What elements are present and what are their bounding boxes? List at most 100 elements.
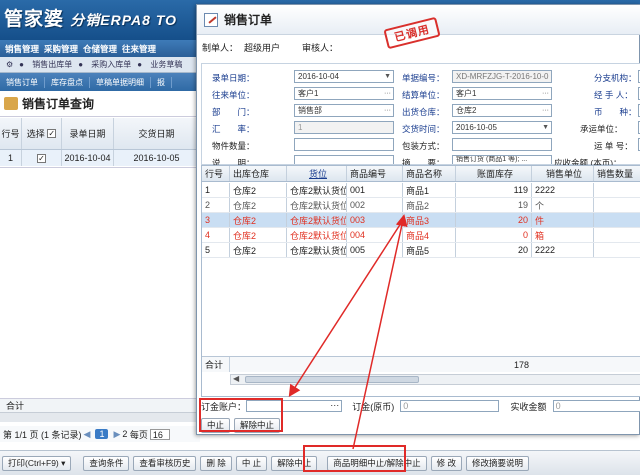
grid-cell-no: 4 xyxy=(202,228,230,242)
creator-value: 超级用户 xyxy=(244,42,281,53)
received-amount-field[interactable]: 0 xyxy=(552,400,640,412)
dept-field[interactable]: 销售部 ··· xyxy=(294,104,394,117)
horizontal-scrollbar[interactable] xyxy=(0,412,200,422)
grid-row[interactable]: 2 仓库2 仓库2默认货位 002 商品2 19 个 xyxy=(202,198,640,213)
chevron-down-icon: ▼ xyxy=(384,73,391,80)
page-1-button[interactable]: 1 xyxy=(95,429,109,439)
items-count-field[interactable] xyxy=(294,138,394,151)
col-entry-date[interactable]: 录单日期 xyxy=(62,118,114,149)
table-row[interactable]: 1 ✓ 2016-10-04 2016-10-05 xyxy=(0,150,200,166)
menu-accounts[interactable]: 往来管理 xyxy=(122,43,156,55)
dialog-meta: 制单人： 超级用户 审核人： xyxy=(202,42,339,53)
tab-report[interactable]: 报 xyxy=(151,76,172,88)
tab-draft-details[interactable]: 草稿单据明细 xyxy=(90,76,151,88)
query-conditions-button[interactable]: 查询条件 xyxy=(83,455,130,471)
grid-row[interactable]: 4 仓库2 仓库2默认货位 004 商品4 0 箱 xyxy=(202,228,640,243)
grid-cell-qty xyxy=(594,198,640,212)
pager: 第 1/1 页 (1 条记录) ◀ 1 ▶ 2 每页 16 xyxy=(0,426,200,442)
grid-horizontal-scrollbar[interactable]: ◀ xyxy=(230,374,640,385)
per-page-input[interactable]: 16 xyxy=(149,428,170,440)
grid-cell-no: 5 xyxy=(202,243,230,257)
table-header: 行号 选择 ✓ 录单日期 交货日期 xyxy=(0,118,200,150)
grid-cell-loc: 仓库2默认货位 xyxy=(287,198,347,212)
prev-page-icon[interactable]: ◀ xyxy=(84,429,91,440)
grid-cell-code: 003 xyxy=(347,213,403,227)
col-row-no: 行号 xyxy=(0,118,22,149)
stop-button[interactable]: 中 止 xyxy=(235,455,268,471)
page-2-link[interactable]: 2 xyxy=(122,429,127,439)
grid-cell-unit: 个 xyxy=(532,198,594,212)
grid-cell-stock: 119 xyxy=(456,183,532,197)
grid-cell-qty xyxy=(594,243,640,257)
grid-cell-qty xyxy=(594,183,640,197)
order-form: 录单日期： 2016-10-04 ▼ 往来单位： 客户1 ··· 部 门： 销售部 ·… xyxy=(201,63,640,168)
grid-cell-code: 001 xyxy=(347,183,403,197)
deposit-field[interactable]: 0 xyxy=(400,400,499,412)
grid-row[interactable]: 3 仓库2 仓库2默认货位 003 商品3 20 件 xyxy=(202,213,640,228)
col-delivery-date[interactable]: 交货日期 xyxy=(114,118,200,149)
grid-cell-unit: 箱 xyxy=(532,228,594,242)
order-query-table: 行号 选择 ✓ 录单日期 交货日期 1 ✓ 2016-10-04 2016-10… xyxy=(0,118,200,168)
pack-method-field[interactable] xyxy=(452,138,552,151)
grid-cell-no: 1 xyxy=(202,183,230,197)
edit-button[interactable]: 修 改 xyxy=(430,455,462,471)
grid-cell-wh: 仓库2 xyxy=(230,198,287,212)
grid-row[interactable]: 1 仓库2 仓库2默认货位 001 商品1 119 2222 xyxy=(202,183,640,198)
grid-cell-name: 商品2 xyxy=(403,198,456,212)
menu-warehouse[interactable]: 仓储管理 xyxy=(83,43,117,55)
sum-stock: 178 xyxy=(513,359,529,370)
description-field[interactable] xyxy=(294,155,394,164)
warehouse-field[interactable]: 仓库2 ··· xyxy=(452,104,552,117)
grid-cell-wh: 仓库2 xyxy=(230,243,287,257)
sales-order-dialog: 销售订单 已调用 制单人： 超级用户 审核人： 录单日期： 2016-10-04… xyxy=(196,4,640,435)
grid-cell-wh: 仓库2 xyxy=(230,213,287,227)
tab-sales-order[interactable]: 销售订单 xyxy=(0,76,45,88)
entry-date-field[interactable]: 2016-10-04 ▼ xyxy=(294,70,394,83)
quick-link-sales-out[interactable]: ● 销售出库单 xyxy=(19,59,72,70)
table-sum-row: 合计 xyxy=(0,398,200,412)
page-title-bar: 销售订单查询 xyxy=(0,91,200,117)
grid-cell-code: 005 xyxy=(347,243,403,257)
summary-field[interactable]: 销售订货 (商品1 等); ... xyxy=(452,155,552,164)
delete-button[interactable]: 删 除 xyxy=(200,455,232,471)
grid-sum-row: 合计 178 xyxy=(202,356,640,372)
grid-cell-unit: 2222 xyxy=(532,243,594,257)
scroll-left-icon: ◀ xyxy=(233,374,240,383)
doc-no-field[interactable]: XD-MRFZJG-T-2016-10-0 xyxy=(452,70,552,83)
dialog-title: 销售订单 xyxy=(224,13,273,27)
quick-links: ⚙ ● 销售出库单 ● 采购入库单 ● 业务草稿 xyxy=(0,57,200,73)
next-page-icon[interactable]: ▶ xyxy=(113,429,120,440)
grid-cell-loc: 仓库2默认货位 xyxy=(287,243,347,257)
scroll-thumb[interactable] xyxy=(245,376,419,383)
print-button[interactable]: 打印(Ctrl+F9) ▾ xyxy=(2,455,72,471)
grid-cell-code: 002 xyxy=(347,198,403,212)
highlight-item-stop-button xyxy=(303,445,406,472)
rate-field[interactable]: 1 xyxy=(294,121,394,134)
quick-link-purchase-in[interactable]: ● 采购入库单 xyxy=(78,59,131,70)
grid-cell-unit: 2222 xyxy=(532,183,594,197)
grid-cell-name: 商品1 xyxy=(403,183,456,197)
gear-icon[interactable]: ⚙ xyxy=(6,60,13,69)
grid-cell-qty xyxy=(594,213,640,227)
col-select[interactable]: 选择 ✓ xyxy=(22,118,62,149)
grid-row[interactable]: 5 仓库2 仓库2默认货位 005 商品5 20 2222 xyxy=(202,243,640,258)
edit-summary-button[interactable]: 修改摘要说明 xyxy=(465,455,529,471)
menu-sales[interactable]: 销售管理 xyxy=(5,43,39,55)
row-checkbox[interactable]: ✓ xyxy=(22,150,62,166)
edit-document-icon xyxy=(204,12,218,27)
grid-cell-code: 004 xyxy=(347,228,403,242)
quick-link-drafts[interactable]: ● 业务草稿 xyxy=(137,59,182,70)
settle-unit-field[interactable]: 客户1 ··· xyxy=(452,87,552,100)
audit-history-button[interactable]: 查看审核历史 xyxy=(133,455,197,471)
menu-purchase[interactable]: 采购管理 xyxy=(44,43,78,55)
grid-cell-name: 商品3 xyxy=(403,213,456,227)
grid-cell-name: 商品5 xyxy=(403,243,456,257)
grid-cell-no: 2 xyxy=(202,198,230,212)
page-title: 销售订单查询 xyxy=(22,97,95,111)
tab-stocktake[interactable]: 库存盘点 xyxy=(45,76,90,88)
table-empty-area xyxy=(0,168,200,398)
partner-field[interactable]: 客户1 ··· xyxy=(294,87,394,100)
delivery-date-field[interactable]: 2016-10-05 ▼ xyxy=(452,121,552,134)
grid-cell-name: 商品4 xyxy=(403,228,456,242)
grid-cell-stock: 20 xyxy=(456,243,532,257)
